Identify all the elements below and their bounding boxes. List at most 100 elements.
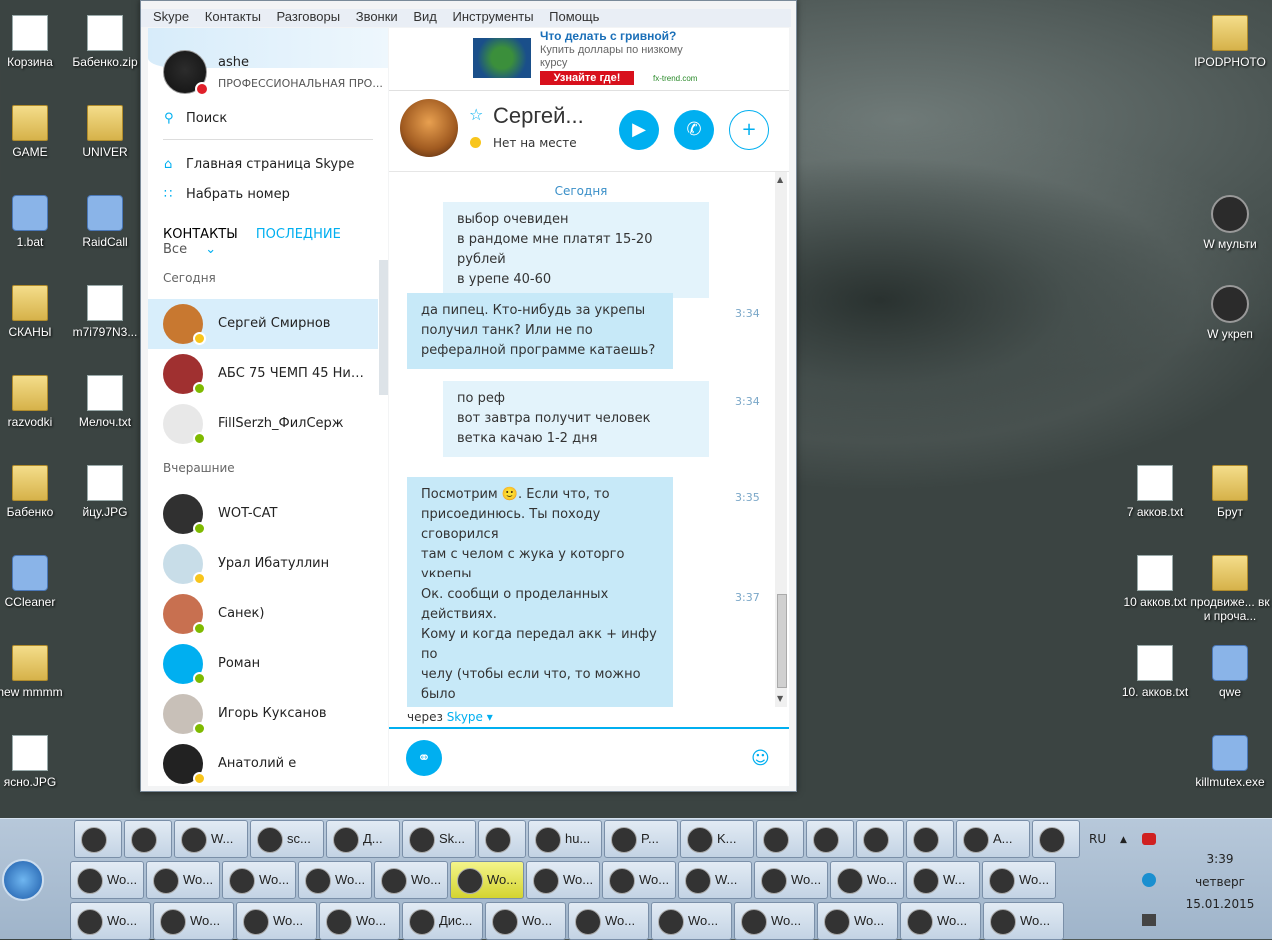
taskbar-button[interactable] — [1032, 820, 1080, 858]
taskbar-button[interactable]: Sk... — [402, 820, 476, 858]
taskbar-button[interactable]: Wo... — [983, 902, 1064, 940]
app-tray-icon[interactable] — [1142, 873, 1156, 887]
taskbar-button[interactable]: Wo... — [817, 902, 898, 940]
desktop-icon-left[interactable]: m7i797N3... — [65, 285, 145, 339]
taskbar-button[interactable] — [856, 820, 904, 858]
video-call-button[interactable]: ▶ — [619, 110, 659, 150]
taskbar-button[interactable]: Wo... — [900, 902, 981, 940]
taskbar-button[interactable]: W... — [174, 820, 248, 858]
ad-banner[interactable]: Что делать с гривной? Купить доллары по … — [389, 28, 789, 91]
contact-row[interactable]: Роман — [148, 639, 378, 689]
taskbar-button[interactable]: sc... — [250, 820, 324, 858]
desktop-icon-left[interactable]: GAME — [0, 105, 70, 159]
via-link[interactable]: Skype — [447, 710, 483, 724]
desktop-icon-right[interactable]: qwe — [1190, 645, 1270, 699]
favorite-star-icon[interactable]: ☆ — [469, 105, 483, 124]
menu-contacts[interactable]: Контакты — [205, 9, 261, 24]
desktop-icon-left[interactable]: Корзина — [0, 15, 70, 69]
message-bubble[interactable]: Ок. сообщи о проделанных действиях. Кому … — [407, 577, 673, 707]
contact-row[interactable]: Сергей Смирнов — [148, 299, 378, 349]
contact-row[interactable]: Урал Ибатуллин — [148, 539, 378, 589]
contact-row[interactable]: FillSerzh_ФилСерж — [148, 399, 378, 449]
contact-row[interactable]: Санек) — [148, 589, 378, 639]
desktop-icon-left[interactable]: RaidCall — [65, 195, 145, 249]
message-bubble[interactable]: выбор очевиден в рандоме мне платят 15-20… — [443, 202, 709, 298]
desktop-icon-right[interactable]: 10 акков.txt — [1115, 555, 1195, 609]
emoticon-icon[interactable]: ☺ — [751, 748, 770, 769]
desktop-icon-left[interactable]: Мелоч.txt — [65, 375, 145, 429]
contact-row[interactable]: Анатолий е — [148, 739, 378, 786]
desktop-icon-right[interactable]: Брут — [1190, 465, 1270, 519]
add-people-button[interactable]: + — [729, 110, 769, 150]
clock-time[interactable]: 3:39 — [1170, 852, 1270, 866]
desktop-icon-left[interactable]: CCleaner — [0, 555, 70, 609]
taskbar-button[interactable]: Wo... — [146, 861, 220, 899]
taskbar-button[interactable]: Wo... — [70, 902, 151, 940]
profile-mood[interactable]: ПРОФЕССИОНАЛЬНАЯ ПРО... — [218, 77, 383, 90]
menu-conversations[interactable]: Разговоры — [277, 9, 341, 24]
tab-contacts[interactable]: КОНТАКТЫ — [163, 227, 238, 242]
taskbar-button[interactable]: Wo... — [568, 902, 649, 940]
taskbar-button[interactable]: А... — [956, 820, 1030, 858]
desktop-icon-right[interactable]: IPODPHOTO — [1190, 15, 1270, 69]
desktop-icon-left[interactable]: new mmmm — [0, 645, 70, 699]
taskbar-button[interactable]: Wo... — [734, 902, 815, 940]
message-bubble[interactable]: да пипец. Кто-нибудь за укрепы получил та… — [407, 293, 673, 369]
desktop-icon-left[interactable]: 1.bat — [0, 195, 70, 249]
taskbar-button[interactable]: Wo... — [651, 902, 732, 940]
desktop-icon-right[interactable]: killmutex.exe — [1190, 735, 1270, 789]
scroll-down-arrow-icon[interactable]: ▼ — [777, 694, 783, 703]
contact-avatar[interactable] — [400, 99, 458, 157]
desktop-icon-left[interactable]: йцу.JPG — [65, 465, 145, 519]
taskbar-button[interactable]: Wo... — [982, 861, 1056, 899]
taskbar-button[interactable] — [124, 820, 172, 858]
taskbar-button[interactable]: Wo... — [236, 902, 317, 940]
chat-scrollbar[interactable]: ▲ ▼ — [775, 172, 787, 707]
nav-skype-home[interactable]: ⌂ Главная страница Skype — [164, 157, 354, 172]
desktop-icon-right[interactable]: продвиже... вк и проча... — [1190, 555, 1270, 623]
taskbar-button[interactable]: Дис... — [402, 902, 483, 940]
desktop-icon-right[interactable]: 10. акков.txt — [1115, 645, 1195, 699]
taskbar-button[interactable]: hu... — [528, 820, 602, 858]
taskbar-button[interactable]: W... — [906, 861, 980, 899]
message-input[interactable] — [455, 739, 735, 777]
taskbar-button[interactable]: Wo... — [70, 861, 144, 899]
menu-calls[interactable]: Звонки — [356, 9, 398, 24]
desktop-icon-right[interactable]: W мульти — [1190, 195, 1270, 251]
attach-button[interactable]: ⚭ — [406, 740, 442, 776]
network-icon[interactable] — [1142, 914, 1156, 926]
desktop-icon-left[interactable]: razvodki — [0, 375, 70, 429]
profile-name[interactable]: ashe — [218, 55, 249, 70]
taskbar-button[interactable]: Wo... — [526, 861, 600, 899]
taskbar-button[interactable]: P... — [604, 820, 678, 858]
menu-tools[interactable]: Инструменты — [452, 9, 533, 24]
skype-tray-icon[interactable] — [1142, 833, 1156, 845]
taskbar-button[interactable]: Wo... — [298, 861, 372, 899]
profile-avatar[interactable] — [163, 50, 209, 96]
desktop-icon-left[interactable]: Бабенко.zip — [65, 15, 145, 69]
voice-call-button[interactable]: ✆ — [674, 110, 714, 150]
tab-recent[interactable]: ПОСЛЕДНИЕ — [256, 227, 341, 242]
taskbar-button[interactable]: Wo... — [830, 861, 904, 899]
desktop-icon-right[interactable]: 7 акков.txt — [1115, 465, 1195, 519]
search-button[interactable]: ⚲ Поиск — [164, 111, 227, 126]
filter-dropdown[interactable]: Все ⌄ — [163, 242, 230, 257]
clock-day[interactable]: четверг — [1170, 875, 1270, 889]
taskbar-button[interactable]: Wo... — [153, 902, 234, 940]
taskbar-button[interactable] — [74, 820, 122, 858]
tray-expand-icon[interactable]: ▲ — [1120, 835, 1127, 845]
desktop-icon-left[interactable]: UNIVER — [65, 105, 145, 159]
scroll-up-arrow-icon[interactable]: ▲ — [777, 175, 783, 184]
clock-date[interactable]: 15.01.2015 — [1170, 897, 1270, 911]
desktop-icon-left[interactable]: ясно.JPG — [0, 735, 70, 789]
language-indicator[interactable]: RU — [1089, 832, 1106, 846]
taskbar-button[interactable]: W... — [678, 861, 752, 899]
taskbar-button[interactable] — [756, 820, 804, 858]
taskbar-button[interactable]: Wo... — [602, 861, 676, 899]
menu-help[interactable]: Помощь — [549, 9, 599, 24]
nav-dial-number[interactable]: ∷ Набрать номер — [164, 187, 290, 202]
ad-title[interactable]: Что делать с гривной? — [540, 29, 676, 43]
chat-contact-name[interactable]: Сергей... — [493, 103, 584, 129]
desktop-icon-left[interactable]: Бабенко — [0, 465, 70, 519]
taskbar-button[interactable]: Д... — [326, 820, 400, 858]
